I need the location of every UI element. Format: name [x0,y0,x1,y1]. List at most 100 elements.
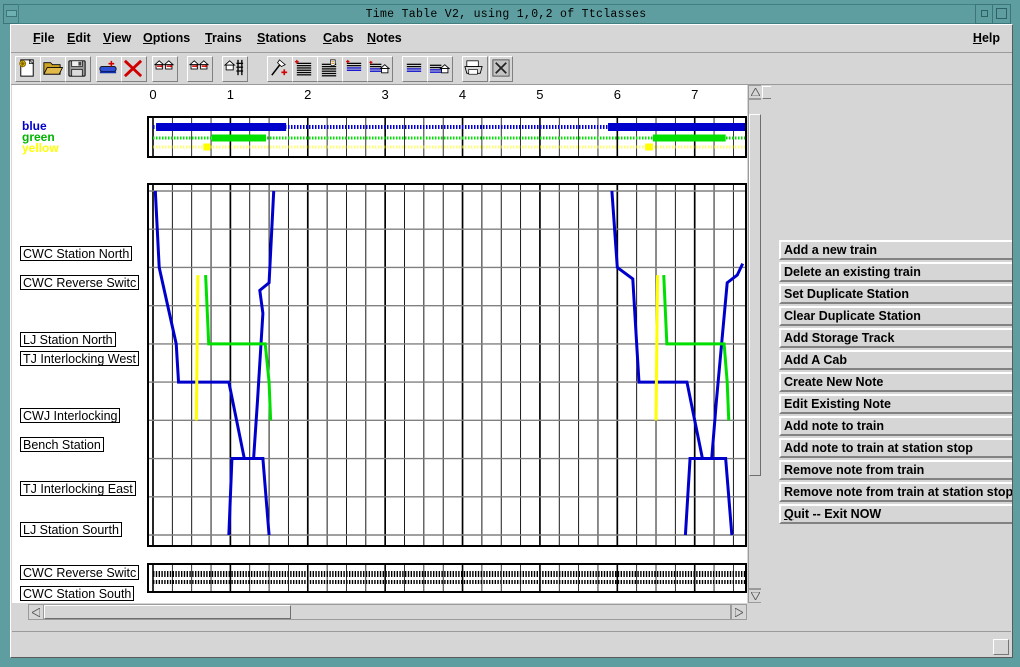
command-button-add-a-cab[interactable]: Add A Cab [779,350,1012,370]
add-note-station-stop-button[interactable] [367,56,393,82]
cab-occupancy-strip[interactable] [147,116,747,158]
station-label-4[interactable]: CWJ Interlocking [20,408,121,423]
application-window: File Edit View Options Trains Stations Cabs Not… [10,24,1013,658]
create-new-note-icon [294,59,312,76]
open-folder-button[interactable] [40,56,66,82]
menu-stations[interactable]: Stations [251,29,312,48]
tool-bar [11,53,1012,85]
new-file-button[interactable] [15,56,41,82]
scroll-down-arrow[interactable] [748,589,762,603]
remove-note-station-stop-icon [429,64,450,74]
legend-yellow: yellow [22,141,59,155]
pane-splitter[interactable] [761,85,772,630]
time-ruler: 0 1 2 3 4 5 6 7 [147,85,747,111]
time-tick-4: 4 [458,87,467,102]
remove-note-from-train-icon [406,63,422,72]
train-graph[interactable] [147,183,747,547]
add-train-icon [99,60,117,74]
scroll-horizontal-thumb[interactable] [44,605,292,619]
train-line-7 [654,275,660,421]
timetable-canvas[interactable]: 0 1 2 3 4 5 6 7 blue green yellow CWC Station Nor… [12,85,747,603]
command-button-clear-duplicate-station[interactable]: Clear Duplicate Station [779,306,1012,326]
time-tick-6: 6 [613,87,621,102]
add-storage-track-button[interactable] [222,56,248,82]
command-button-add-note-to-train-at-station-stop[interactable]: Add note to train at station stop [779,438,1012,458]
set-duplicate-station-icon [153,60,175,70]
command-button-remove-note-from-train-at-station-stop[interactable]: Remove note from train at station stop [779,482,1012,502]
open-folder-icon [43,62,63,75]
time-tick-0: 0 [149,87,157,102]
add-cab-icon [271,59,288,76]
command-button-create-new-note[interactable]: Create New Note [779,372,1012,392]
time-tick-1: 1 [226,87,234,102]
cab-occupancy-graphic [152,118,745,156]
menu-view[interactable]: View [97,29,137,48]
command-button-set-duplicate-station[interactable]: Set Duplicate Station [779,284,1012,304]
command-button-add-a-new-train[interactable]: Add a new train [779,240,1012,260]
window-maximize-button[interactable] [992,4,1011,24]
scroll-vertical-thumb[interactable] [749,113,761,477]
command-button-add-note-to-train[interactable]: Add note to train [779,416,1012,436]
delete-train-icon [123,59,143,78]
menu-file[interactable]: File [27,29,61,48]
edit-existing-note-button[interactable] [317,56,343,82]
resize-grip[interactable] [993,639,1009,655]
menu-bar: File Edit View Options Trains Stations Cabs Not… [11,25,1012,53]
command-button-remove-note-from-train[interactable]: Remove note from train [779,460,1012,480]
command-button-delete-an-existing-train[interactable]: Delete an existing train [779,262,1012,282]
command-button-edit-existing-note[interactable]: Edit Existing Note [779,394,1012,414]
clear-duplicate-station-button[interactable] [187,56,213,82]
station-label-3[interactable]: TJ Interlocking West [20,351,140,366]
menu-cabs[interactable]: Cabs [317,29,360,48]
canvas-horizontal-scrollbar[interactable] [28,604,747,620]
menu-notes[interactable]: Notes [361,29,408,48]
close-button[interactable] [489,56,513,82]
add-note-to-train-button[interactable] [342,56,368,82]
command-button-quit-exit-now[interactable]: Quit -- Exit NOW [779,504,1012,524]
bottom-occupancy-strip[interactable] [147,563,747,593]
train-line-3 [194,275,200,421]
window-titlebar[interactable]: Time Table V2, using 1,0,2 of Ttclasses [18,4,994,24]
canvas-vertical-scrollbar[interactable] [748,85,762,603]
station-label-7[interactable]: LJ Station Sourth [20,522,122,537]
scroll-left-arrow[interactable] [28,604,44,620]
cab-legend: blue green yellow [22,120,82,155]
new-file-icon [19,59,34,77]
delete-train-button[interactable] [121,56,147,82]
close-icon [492,59,510,77]
add-train-button[interactable] [96,56,122,82]
add-cab-button[interactable] [267,56,293,82]
train-line-6 [662,275,731,421]
station-label-0[interactable]: CWC Station North [20,246,133,261]
station-label-8[interactable]: CWC Reverse Switc [20,565,140,580]
train-graph-graphic [149,185,745,545]
status-bar [12,631,1011,657]
time-tick-5: 5 [536,87,544,102]
save-disk-icon [68,60,86,77]
window-title: Time Table V2, using 1,0,2 of Ttclasses [365,7,647,21]
print-icon [464,60,483,75]
print-button[interactable] [462,56,488,82]
save-disk-button[interactable] [65,56,91,82]
menu-options[interactable]: Options [137,29,196,48]
graph-pane: 0 1 2 3 4 5 6 7 blue green yellow CWC Station Nor… [12,85,762,630]
remove-note-from-train-button[interactable] [402,56,428,82]
menu-edit[interactable]: Edit [61,29,97,48]
set-duplicate-station-button[interactable] [152,56,178,82]
station-label-1[interactable]: CWC Reverse Switc [20,275,140,290]
edit-existing-note-icon [321,59,337,77]
station-label-6[interactable]: TJ Interlocking East [20,481,136,496]
scroll-right-arrow[interactable] [731,604,747,620]
station-label-5[interactable]: Bench Station [20,437,104,452]
remove-note-station-stop-button[interactable] [427,56,453,82]
station-label-9[interactable]: CWC Station South [20,586,135,601]
time-tick-7: 7 [691,87,699,102]
menu-trains[interactable]: Trains [199,29,248,48]
menu-help[interactable]: Help [967,29,1006,48]
scroll-up-arrow[interactable] [748,85,762,99]
command-button-add-storage-track[interactable]: Add Storage Track [779,328,1012,348]
create-new-note-button[interactable] [292,56,318,82]
window-manager-frame: Time Table V2, using 1,0,2 of Ttclasses … [0,0,1020,667]
bottom-occupancy-graphic [152,565,745,591]
station-label-2[interactable]: LJ Station North [20,332,116,347]
